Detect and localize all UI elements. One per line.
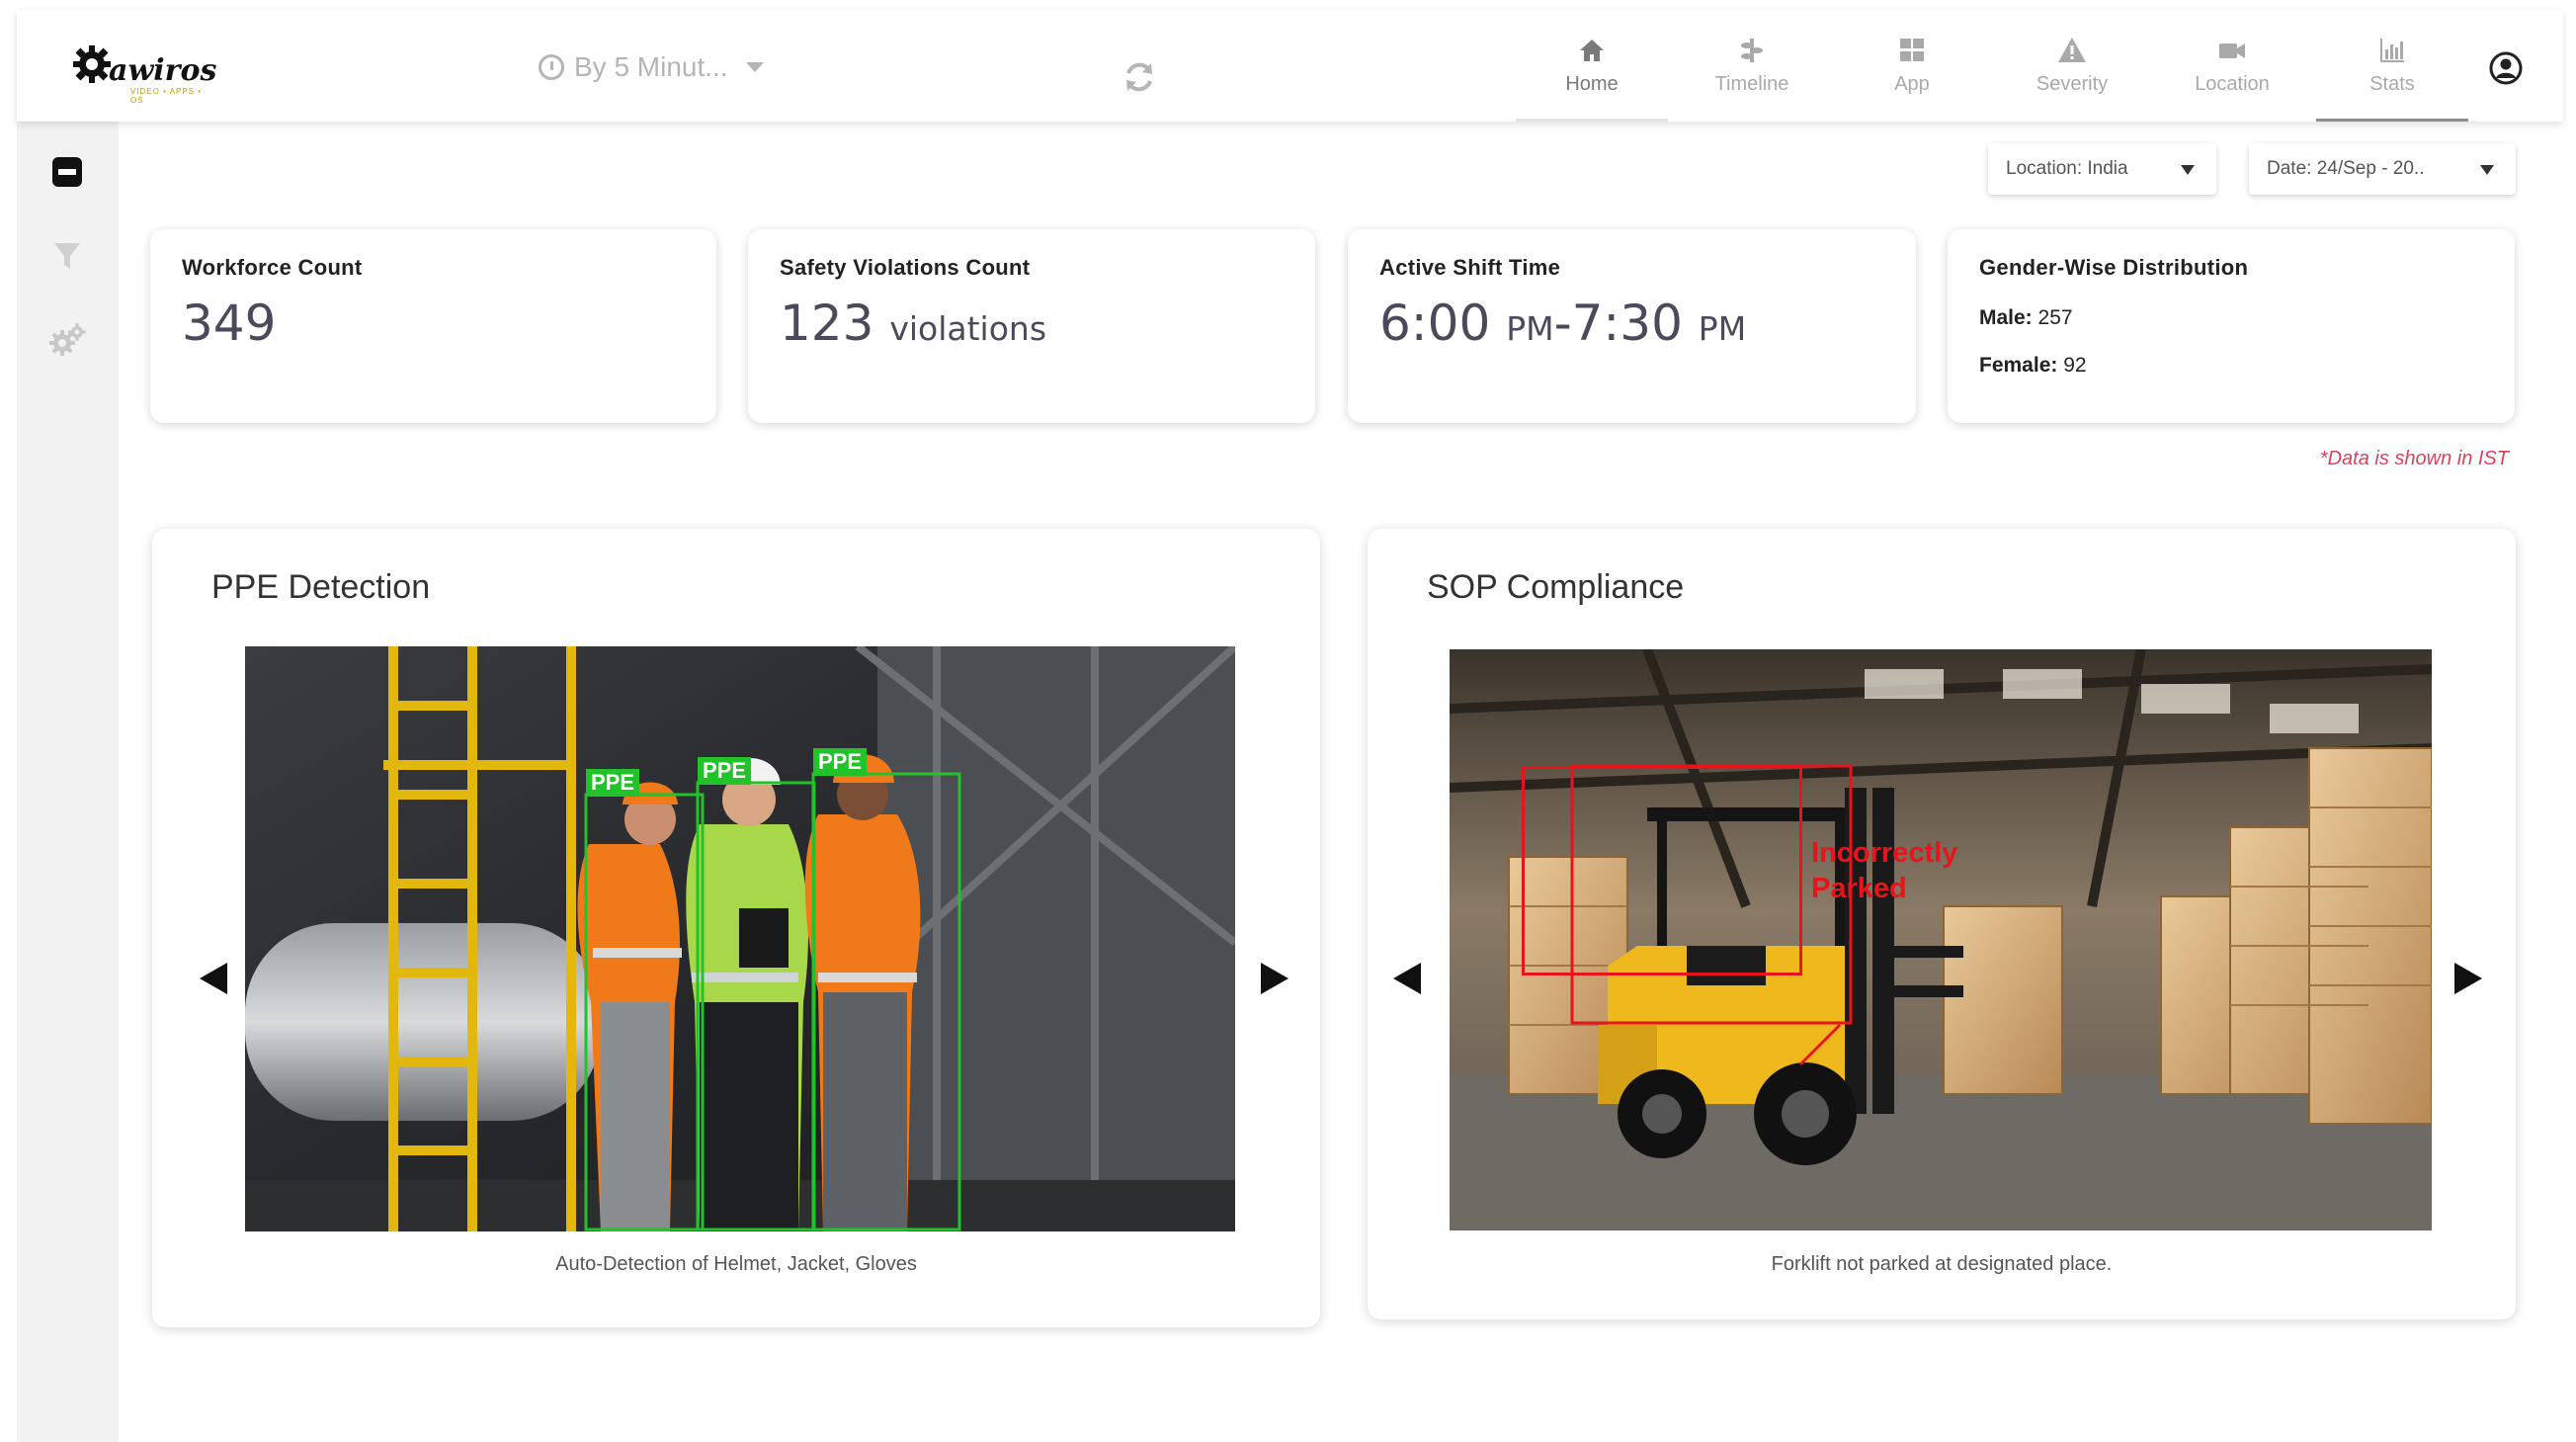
timeline-icon xyxy=(1741,39,1763,62)
shift-separator: - xyxy=(1553,295,1572,352)
chevron-down-icon xyxy=(745,62,764,72)
nav-stats[interactable]: Stats xyxy=(2312,10,2472,122)
main-nav: Home Timeline App Severity Location Stat… xyxy=(1512,10,2472,122)
violation-label-line1: Incorrectly xyxy=(1811,837,1958,869)
violation-label-line2: Parked xyxy=(1811,873,1907,904)
left-sidebar xyxy=(17,122,119,1442)
female-label: Female: xyxy=(1979,354,2058,377)
nav-label: Stats xyxy=(2369,73,2415,95)
workforce-count-card: Workforce Count 349 xyxy=(150,229,716,423)
clock-icon xyxy=(539,54,564,80)
ppe-box-label: PPE xyxy=(586,769,640,797)
male-label: Male: xyxy=(1979,306,2033,329)
bar-chart-icon xyxy=(2380,39,2404,62)
sop-compliance-image: Incorrectly Parked xyxy=(1450,649,2432,1230)
ppe-detection-image: PPE PPE PPE xyxy=(245,646,1235,1231)
gender-distribution-card: Gender-Wise Distribution Male: 257 Femal… xyxy=(1948,229,2515,423)
nav-location[interactable]: Location xyxy=(2152,10,2312,122)
panel-title: SOP Compliance xyxy=(1427,568,1685,606)
ppe-box-label: PPE xyxy=(813,748,868,776)
timezone-note: *Data is shown in IST xyxy=(2319,448,2509,469)
next-arrow-icon[interactable] xyxy=(2454,963,2482,994)
active-shift-card: Active Shift Time 6:00 PM-7:30 PM xyxy=(1348,229,1916,423)
refresh-icon[interactable] xyxy=(1122,59,1157,95)
date-filter-label: Date: 24/Sep - 20.. xyxy=(2267,158,2425,179)
prev-arrow-icon[interactable] xyxy=(200,963,227,994)
date-filter-dropdown[interactable]: Date: 24/Sep - 20.. xyxy=(2249,143,2516,195)
nav-severity[interactable]: Severity xyxy=(1992,10,2152,122)
safety-violations-card: Safety Violations Count 123 violations xyxy=(748,229,1315,423)
prev-arrow-icon[interactable] xyxy=(1393,963,1421,994)
shift-start-ampm: PM xyxy=(1506,309,1554,348)
settings-gears-icon[interactable] xyxy=(46,319,88,361)
nav-timeline[interactable]: Timeline xyxy=(1672,10,1832,122)
shift-start: 6:00 xyxy=(1379,295,1491,352)
chevron-down-icon xyxy=(2480,165,2494,175)
nav-app[interactable]: App xyxy=(1832,10,1992,122)
nav-label: Timeline xyxy=(1714,73,1789,95)
interval-dropdown[interactable]: By 5 Minut... xyxy=(539,47,764,87)
card-title: Workforce Count xyxy=(182,255,363,280)
male-value: 257 xyxy=(2037,306,2073,329)
sop-compliance-panel: SOP Compliance Incorrectly Parked Forkli… xyxy=(1368,529,2516,1319)
collapse-icon[interactable] xyxy=(46,151,88,193)
brand-name: awiros xyxy=(109,53,217,88)
shift-end: 7:30 xyxy=(1571,295,1683,352)
female-count-line: Female: 92 xyxy=(1979,354,2483,378)
ppe-box-label: PPE xyxy=(698,757,752,785)
chevron-down-icon xyxy=(2181,165,2195,175)
camera-icon xyxy=(2219,43,2245,58)
card-title: Gender-Wise Distribution xyxy=(1979,255,2249,280)
violation-label: Incorrectly Parked xyxy=(1811,835,1957,906)
workforce-count-value: 349 xyxy=(182,295,277,352)
gear-logo-icon xyxy=(73,45,111,83)
violations-unit: violations xyxy=(889,309,1047,348)
location-filter-label: Location: India xyxy=(2006,158,2128,179)
shift-end-ampm: PM xyxy=(1698,309,1747,348)
shift-time-value: 6:00 PM-7:30 PM xyxy=(1379,295,1884,352)
panel-title: PPE Detection xyxy=(211,568,431,606)
violations-count: 123 xyxy=(780,295,874,352)
female-value: 92 xyxy=(2063,354,2087,377)
ppe-detection-panel: PPE Detection PPE PPE PPE Auto-Detection… xyxy=(152,529,1320,1327)
nav-label: Severity xyxy=(2036,73,2109,95)
ppe-caption: Auto-Detection of Helmet, Jacket, Gloves xyxy=(555,1253,917,1275)
card-title: Safety Violations Count xyxy=(780,255,1031,280)
app-grid-icon xyxy=(1900,39,1924,61)
nav-label: Location xyxy=(2195,73,2270,95)
home-icon xyxy=(1580,40,1604,61)
brand-logo[interactable]: awiros VIDEO • APPS • OS xyxy=(71,40,216,105)
card-title: Active Shift Time xyxy=(1379,255,1561,280)
filter-icon[interactable] xyxy=(46,235,88,277)
nav-label: App xyxy=(1894,73,1930,95)
sop-caption: Forklift not parked at designated place. xyxy=(1771,1253,2113,1275)
violation-bounding-box xyxy=(1522,766,1802,975)
brand-tagline: VIDEO • APPS • OS xyxy=(130,87,203,105)
male-count-line: Male: 257 xyxy=(1979,306,2483,330)
warning-icon xyxy=(2058,38,2086,62)
interval-label: By 5 Minut... xyxy=(574,51,728,82)
nav-label: Home xyxy=(1565,73,1619,95)
ppe-scene-illustration xyxy=(245,646,1235,1231)
violations-value: 123 violations xyxy=(780,295,1284,352)
top-navigation-bar: awiros VIDEO • APPS • OS By 5 Minut... H… xyxy=(17,10,2563,122)
next-arrow-icon[interactable] xyxy=(1261,963,1288,994)
location-filter-dropdown[interactable]: Location: India xyxy=(1988,143,2216,195)
user-profile-icon[interactable] xyxy=(2489,51,2523,85)
nav-home[interactable]: Home xyxy=(1512,10,1672,122)
